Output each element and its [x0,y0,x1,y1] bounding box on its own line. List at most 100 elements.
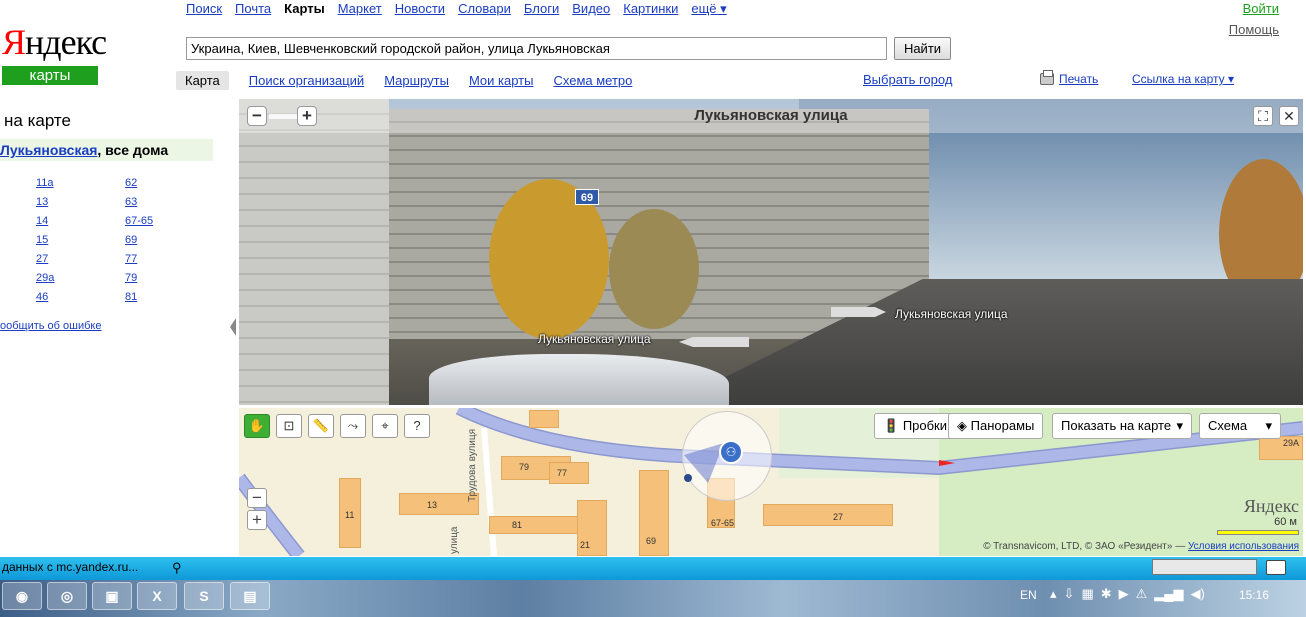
login-link[interactable]: Войти [1243,1,1279,16]
house-label: 27 [833,512,844,522]
map-type-select[interactable]: Схема ▾ [1199,413,1281,439]
house-link[interactable]: 15 [36,233,125,248]
skype-icon[interactable]: S [184,582,224,610]
search-button[interactable]: Найти [894,37,951,60]
map-block [763,504,893,526]
house-link[interactable]: 27 [36,252,125,267]
house-link[interactable]: 29а [36,271,125,286]
search-input[interactable]: Украина, Киев, Шевченковский городской р… [186,37,887,60]
ruler-icon[interactable]: 📏 [308,414,334,438]
house-label: 79 [519,462,530,472]
nav-blogs[interactable]: Блоги [524,1,559,17]
save-icon[interactable]: ▣ [92,582,132,610]
tab-org-search[interactable]: Поиск организаций [249,73,364,88]
tab-routes[interactable]: Маршруты [384,73,449,88]
choose-city-link[interactable]: Выбрать город [863,72,952,87]
traffic-button[interactable]: 🚦 Пробки [874,413,957,439]
nav-video[interactable]: Видео [572,1,610,17]
hand-tool-icon[interactable]: ✋ [244,414,270,438]
tab-metro[interactable]: Схема метро [553,73,632,88]
house-link[interactable]: 13 [36,195,125,210]
house-link[interactable]: 14 [36,214,125,229]
panorama-view[interactable]: 69 Лукьяновская улица Лукьяновская улица… [239,99,1303,405]
print-link[interactable]: Печать [1040,70,1098,86]
terms-link[interactable]: Условия использования [1188,541,1299,552]
nav-dictionaries[interactable]: Словари [458,1,511,17]
browser-icon[interactable]: ◎ [47,582,87,610]
nav-search[interactable]: Поиск [186,1,222,17]
firefox-icon[interactable]: ◉ [2,582,42,610]
house-link[interactable]: 67-65 [125,214,185,229]
collapse-panel-icon[interactable] [230,318,236,336]
help-link[interactable]: Помощь [1229,22,1279,37]
pano-man-icon[interactable]: ⚇ [719,440,743,464]
download-icon[interactable]: ⇩ [1064,586,1075,602]
bug-icon[interactable]: ✱ [1101,586,1112,602]
map-view[interactable]: ⚇ 79 77 13 11 81 21 69 67-65 27 29А Труд… [239,408,1303,556]
house-list: 11а 62 13 63 14 67-65 15 69 27 77 29а 79… [36,176,185,305]
nav-mail[interactable]: Почта [235,1,271,17]
house-label: 77 [557,468,568,478]
house-label: 11 [345,510,355,520]
house-link[interactable]: 11а [36,176,125,191]
house-label: 67-65 [711,518,735,528]
fullscreen-icon[interactable]: ⛶ [1253,106,1273,126]
house-link[interactable]: 69 [125,233,185,248]
add-object-icon[interactable]: ⌖ [372,414,398,438]
report-error-link[interactable]: ообщить об ошибке [0,320,101,332]
yandex-logo[interactable]: Яндекс карты [2,22,107,85]
nav-market[interactable]: Маркет [338,1,382,17]
nav-news[interactable]: Новости [395,1,445,17]
tray-app-icon[interactable]: ▦ [1081,586,1093,602]
printer-icon [1040,70,1054,85]
zoom-select-icon[interactable]: ⊡ [276,414,302,438]
house-label: 69 [646,536,657,546]
map-zoom-in-button[interactable]: + [247,510,267,530]
house-label: 13 [427,500,438,510]
close-icon[interactable]: ✕ [1279,106,1299,126]
print-label[interactable]: Печать [1059,72,1098,86]
nav-images[interactable]: Картинки [623,1,678,17]
route-icon[interactable]: ⤳ [340,414,366,438]
nav-maps[interactable]: Карты [284,1,325,17]
clock[interactable]: 15:16 [1239,588,1269,602]
house-link[interactable]: 63 [125,195,185,210]
map-link-dropdown[interactable]: Ссылка на карту ▾ [1132,72,1234,86]
volume-icon[interactable]: ◀) [1191,586,1205,602]
language-indicator[interactable]: EN [1020,588,1037,602]
pano-arrow-left[interactable] [679,337,749,347]
arrow-up-icon[interactable]: ▴ [1050,586,1057,602]
location-dot [684,474,692,482]
map-block [549,462,589,484]
signal-icon[interactable]: ▂▄▆ [1154,586,1183,602]
panoramas-button[interactable]: ◈ Панорамы [948,413,1044,439]
system-tray: ▴ ⇩ ▦ ✱ ▶ ⚠ ▂▄▆ ◀) [1050,586,1205,602]
house-link[interactable]: 46 [36,290,125,305]
chevron-down-icon: ▾ [1265,418,1272,433]
map-zoom-out-button[interactable]: − [247,488,267,508]
pano-tree [609,209,699,329]
panoramas-label: Панорамы [970,418,1035,433]
warning-icon[interactable]: ⚠ [1136,586,1148,602]
pano-arrow-right[interactable] [831,307,886,317]
show-on-map-select[interactable]: Показать на карте ▾ [1052,413,1192,439]
house-link[interactable]: 79 [125,271,185,286]
addon-icon[interactable] [1266,560,1286,575]
window-icon[interactable]: ▤ [230,582,270,610]
excel-icon[interactable]: X [137,582,177,610]
copyright-text: © Transnavicom, LTD, © ЗАО «Резидент» — [983,541,1188,552]
service-label[interactable]: карты [2,66,98,85]
house-link[interactable]: 77 [125,252,185,267]
map-type-label: Схема [1208,418,1248,433]
house-number-badge[interactable]: 69 [575,189,599,205]
nav-more[interactable]: ещё ▾ [691,1,726,17]
house-link[interactable]: 81 [125,290,185,305]
info-pointer-icon[interactable]: ? [404,414,430,438]
traffic-light-icon: 🚦 [883,418,900,433]
street-link[interactable]: Лукьяновская [0,142,97,158]
house-link[interactable]: 62 [125,176,185,191]
search-icon[interactable]: ⚲ [172,560,182,576]
tab-map[interactable]: Карта [176,70,229,90]
play-icon[interactable]: ▶ [1119,586,1129,602]
tab-my-maps[interactable]: Мои карты [469,73,534,88]
